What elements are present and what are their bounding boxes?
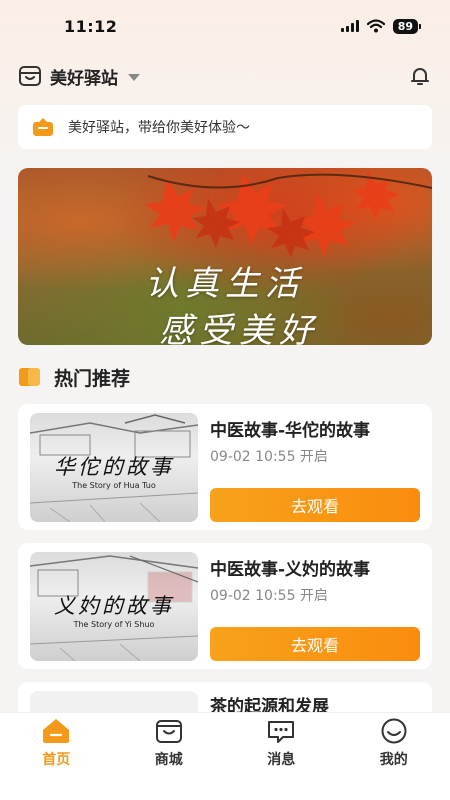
signal-icon <box>340 20 359 32</box>
tab-label: 我的 <box>379 752 408 768</box>
station-name: 美好驿站 <box>50 68 118 89</box>
battery-indicator: 89 <box>392 18 422 34</box>
home-icon <box>43 719 70 743</box>
store-icon <box>19 66 41 86</box>
status-time: 11:12 <box>64 16 118 36</box>
tab-messages[interactable]: 消息 <box>225 713 338 800</box>
thumbnail-subtitle: The Story of Hua Tuo <box>72 481 156 490</box>
bottom-tab-bar: 首页 商城 消息 我的 <box>0 712 450 800</box>
thumbnail-subtitle: The Story of Yi Shuo <box>73 620 155 629</box>
tab-profile[interactable]: 我的 <box>338 713 450 800</box>
section-header: 热门推荐 <box>18 362 130 392</box>
tab-label: 商城 <box>154 752 183 768</box>
status-bar: 11:12 89 <box>0 0 450 52</box>
station-selector[interactable]: 美好驿站 <box>18 64 140 89</box>
status-icons: 89 <box>340 18 422 34</box>
banner-headline: 认真生活 <box>145 264 305 304</box>
tab-label: 消息 <box>267 752 296 768</box>
card-time: 09-02 10:55 开启 <box>210 449 328 465</box>
message-icon <box>268 721 295 743</box>
recommend-card[interactable]: 义妁的故事 The Story of Yi Shuo 中医故事-义妁的故事 09… <box>18 543 432 669</box>
card-title: 中医故事-华佗的故事 <box>210 421 371 441</box>
tab-label: 首页 <box>42 752 71 768</box>
top-header: 美好驿站 <box>18 60 432 92</box>
card-time: 09-02 10:55 开启 <box>210 588 328 604</box>
card-thumbnail: 华佗的故事 The Story of Hua Tuo <box>30 413 198 522</box>
briefcase-icon <box>33 118 53 136</box>
watch-button[interactable]: 去观看 <box>210 627 420 661</box>
wifi-icon <box>366 19 385 33</box>
card-title: 中医故事-义妁的故事 <box>210 560 371 580</box>
shop-icon <box>155 720 182 743</box>
card-thumbnail: 义妁的故事 The Story of Yi Shuo <box>30 552 198 661</box>
tab-shop[interactable]: 商城 <box>113 713 226 800</box>
tab-home[interactable]: 首页 <box>0 713 113 800</box>
chevron-down-icon <box>128 73 140 81</box>
watch-button[interactable]: 去观看 <box>210 488 420 522</box>
banner-carousel[interactable]: 认真生活 感受美好 <box>18 168 432 345</box>
book-icon <box>19 368 40 386</box>
thumbnail-caption: 义妁的故事 <box>54 594 174 618</box>
bell-icon[interactable] <box>408 64 432 88</box>
notice-text: 美好驿站，带给你美好体验～ <box>68 120 250 136</box>
recommend-card[interactable]: 华佗的故事 The Story of Hua Tuo 中医故事-华佗的故事 09… <box>18 404 432 530</box>
notice-bar[interactable]: 美好驿站，带给你美好体验～ <box>18 105 432 149</box>
thumbnail-caption: 华佗的故事 <box>54 455 174 479</box>
section-title: 热门推荐 <box>54 367 131 390</box>
profile-icon <box>381 718 407 744</box>
banner-subline: 感受美好 <box>159 311 319 345</box>
